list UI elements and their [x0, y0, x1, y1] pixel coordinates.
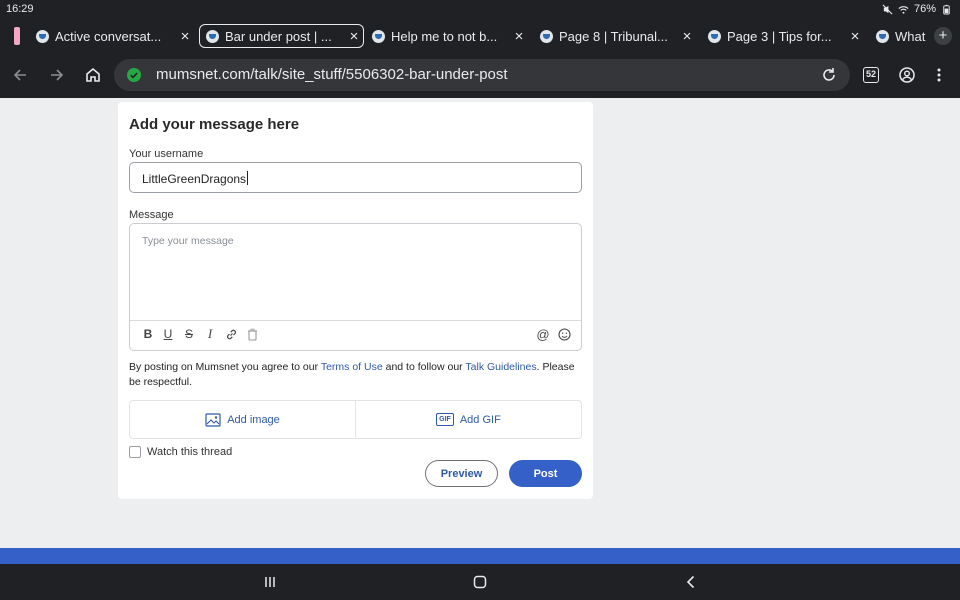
message-label: Message: [129, 209, 174, 221]
mumsnet-favicon-icon: [372, 29, 385, 43]
recent-apps-button[interactable]: [260, 572, 280, 592]
browser-toolbar: mumsnet.com/talk/site_stuff/5506302-bar-…: [0, 53, 960, 98]
battery-level: 76%: [913, 3, 936, 15]
wifi-icon: [898, 5, 909, 14]
battery-icon: [943, 4, 950, 15]
mention-icon[interactable]: @: [535, 326, 551, 342]
back-button[interactable]: [10, 65, 30, 85]
clock: 16:29: [6, 3, 34, 15]
username-label: Your username: [129, 148, 204, 160]
message-placeholder: Type your message: [142, 235, 234, 247]
strikethrough-icon[interactable]: S: [181, 326, 197, 342]
bold-icon[interactable]: B: [140, 326, 156, 342]
spoiler-icon[interactable]: [244, 326, 260, 342]
reply-form-card: Add your message here Your username Litt…: [118, 102, 593, 499]
watch-thread-checkbox[interactable]: [129, 446, 141, 458]
status-bar: 16:29 76%: [0, 0, 960, 19]
close-icon[interactable]: ×: [345, 28, 363, 45]
tab-title: Active conversat...: [55, 28, 162, 44]
address-bar[interactable]: mumsnet.com/talk/site_stuff/5506302-bar-…: [114, 59, 850, 91]
text-caret: [247, 171, 249, 185]
tab-group-indicator[interactable]: [14, 27, 20, 45]
mumsnet-favicon-icon: [540, 29, 553, 43]
arrow-left-icon: [13, 69, 26, 81]
gif-icon: GIF: [436, 413, 454, 426]
message-textarea[interactable]: Type your message B U S I @: [129, 223, 582, 351]
tab-strip: Active conversat... × Bar under post | .…: [0, 19, 960, 53]
chevron-left-icon: [686, 575, 695, 589]
add-gif-button[interactable]: GIF Add GIF: [355, 401, 581, 438]
mumsnet-favicon-icon: [708, 29, 721, 43]
close-icon[interactable]: ×: [846, 28, 864, 45]
home-square-icon: [473, 575, 487, 589]
tab-title: What: [895, 28, 926, 44]
mute-icon: [882, 4, 893, 14]
emoji-icon[interactable]: [556, 326, 572, 342]
home-nav-button[interactable]: [470, 572, 490, 592]
tab-help-me[interactable]: Help me to not b... ×: [366, 24, 528, 48]
url-text[interactable]: mumsnet.com/talk/site_stuff/5506302-bar-…: [156, 66, 508, 83]
tab-title: Bar under post | ...: [225, 28, 332, 44]
tab-bar-under-post[interactable]: Bar under post | ... ×: [199, 24, 364, 48]
status-icons: 76%: [882, 3, 952, 15]
username-field[interactable]: LittleGreenDragons: [129, 162, 582, 193]
post-button[interactable]: Post: [509, 460, 582, 487]
close-icon[interactable]: ×: [176, 28, 194, 45]
page-content: Add your message here Your username Litt…: [0, 98, 960, 548]
terms-of-use-link[interactable]: Terms of Use: [321, 361, 383, 373]
reload-icon[interactable]: [820, 66, 838, 84]
tab-active-conversations[interactable]: Active conversat... ×: [30, 24, 194, 48]
tab-tribunal[interactable]: Page 8 | Tribunal... ×: [534, 24, 696, 48]
menu-button[interactable]: [929, 65, 949, 85]
terms-notice: By posting on Mumsnet you agree to our T…: [129, 360, 589, 390]
profile-button[interactable]: [897, 65, 917, 85]
recents-icon: [265, 577, 275, 587]
toolbar-divider: [130, 320, 581, 321]
mumsnet-favicon-icon: [206, 29, 219, 43]
close-icon[interactable]: ×: [510, 28, 528, 45]
tab-title: Page 8 | Tribunal...: [559, 28, 668, 44]
italic-icon[interactable]: I: [202, 326, 218, 342]
tab-tips[interactable]: Page 3 | Tips for... ×: [702, 24, 864, 48]
media-attach-bar: Add image GIF Add GIF: [129, 400, 582, 439]
tab-what[interactable]: What: [870, 24, 926, 48]
home-icon: [86, 67, 100, 82]
mumsnet-favicon-icon: [36, 29, 49, 43]
add-gif-label: Add GIF: [459, 413, 501, 426]
watch-thread-option[interactable]: Watch this thread: [129, 446, 232, 458]
arrow-right-icon: [51, 69, 64, 81]
close-icon[interactable]: ×: [678, 28, 696, 45]
secure-site-icon[interactable]: [126, 67, 142, 83]
more-vertical-icon: [937, 68, 941, 82]
forward-button[interactable]: [47, 65, 67, 85]
tab-title: Page 3 | Tips for...: [727, 28, 832, 44]
form-title: Add your message here: [129, 116, 300, 133]
account-icon: [899, 67, 915, 83]
add-image-button[interactable]: Add image: [130, 401, 355, 438]
username-value: LittleGreenDragons: [142, 172, 247, 186]
back-nav-button[interactable]: [681, 572, 701, 592]
preview-button[interactable]: Preview: [425, 460, 498, 487]
terms-middle: and to follow our: [382, 361, 466, 373]
link-icon[interactable]: [223, 326, 239, 342]
mumsnet-favicon-icon: [876, 29, 889, 43]
new-tab-button[interactable]: +: [934, 27, 952, 45]
watch-thread-label: Watch this thread: [147, 446, 233, 458]
add-image-label: Add image: [227, 413, 280, 426]
site-footer-bar: [0, 548, 960, 564]
terms-prefix: By posting on Mumsnet you agree to our: [129, 361, 321, 373]
talk-guidelines-link[interactable]: Talk Guidelines: [465, 361, 536, 373]
system-nav-bar: [0, 564, 960, 600]
tab-title: Help me to not b...: [391, 28, 498, 44]
underline-icon[interactable]: U: [160, 326, 176, 342]
image-icon: [205, 412, 221, 427]
home-button[interactable]: [83, 65, 103, 85]
tab-switcher-button[interactable]: 52: [863, 67, 879, 83]
